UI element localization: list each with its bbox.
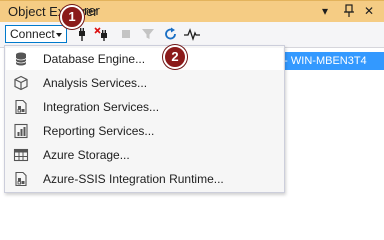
close-icon[interactable]: ✕ xyxy=(364,4,374,18)
cube-icon xyxy=(13,75,29,91)
menu-item-label: Database Engine... xyxy=(43,52,146,66)
menu-item-label: Reporting Services... xyxy=(43,124,155,138)
window-position-dropdown-icon[interactable]: ▾ xyxy=(322,4,328,18)
menu-item-label: Azure Storage... xyxy=(43,148,130,162)
report-icon xyxy=(13,123,29,139)
title-tail: rer xyxy=(84,3,100,18)
server-node-label: 3 - WIN-MBEN3T4 xyxy=(275,55,367,67)
callout-badge-2: 2 xyxy=(163,45,187,69)
connect-label: Connect xyxy=(10,27,55,41)
menu-item-analysis-services[interactable]: Analysis Services... xyxy=(6,72,283,94)
connect-plug-icon[interactable] xyxy=(74,26,90,42)
chevron-down-icon xyxy=(56,33,62,37)
menu-item-label: Integration Services... xyxy=(43,100,160,114)
database-icon xyxy=(13,51,29,67)
refresh-icon[interactable] xyxy=(163,26,179,42)
title-bar: Object Explorer ▾ ✕ xyxy=(0,0,384,22)
menu-item-label: Analysis Services... xyxy=(43,76,148,90)
connect-menu: Database Engine... Analysis Services... xyxy=(4,45,285,193)
menu-item-azure-storage[interactable]: Azure Storage... xyxy=(6,144,283,166)
callout-badge-1: 1 xyxy=(60,5,84,29)
pin-icon[interactable] xyxy=(344,4,354,21)
object-explorer-window: Object Explorer ▾ ✕ Connect 3 - WIN-MBEN… xyxy=(0,0,384,203)
package-icon xyxy=(13,171,29,187)
server-node[interactable]: 3 - WIN-MBEN3T4 xyxy=(275,52,384,70)
menu-item-label: Azure-SSIS Integration Runtime... xyxy=(43,172,224,186)
storage-grid-icon xyxy=(13,147,29,163)
menu-item-reporting-services[interactable]: Reporting Services... xyxy=(6,120,283,142)
activity-monitor-icon[interactable] xyxy=(184,26,200,42)
connect-button[interactable]: Connect xyxy=(5,25,67,43)
menu-item-azure-ssis-runtime[interactable]: Azure-SSIS Integration Runtime... xyxy=(6,168,283,190)
filter-icon[interactable] xyxy=(140,26,156,42)
disconnect-icon[interactable] xyxy=(94,26,110,42)
package-icon xyxy=(13,99,29,115)
menu-item-database-engine[interactable]: Database Engine... xyxy=(6,48,283,70)
menu-item-integration-services[interactable]: Integration Services... xyxy=(6,96,283,118)
stop-icon[interactable] xyxy=(118,26,134,42)
